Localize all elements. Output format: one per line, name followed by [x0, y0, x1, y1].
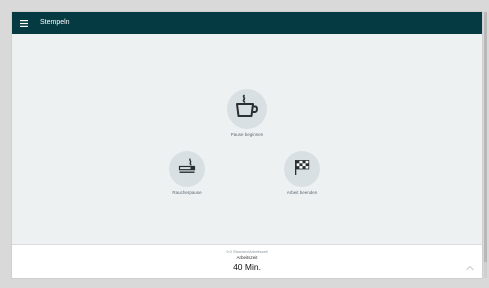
smoke-break-circle[interactable]: [169, 151, 205, 187]
checkered-flag-icon: [293, 158, 311, 181]
end-work-button[interactable]: Arbeit beenden: [277, 151, 327, 196]
scrollbar[interactable]: [484, 12, 487, 278]
scrollbar-thumb[interactable]: [484, 12, 487, 262]
start-break-label: Pause beginnen: [230, 132, 264, 137]
menu-button[interactable]: [16, 15, 32, 31]
expand-button[interactable]: [465, 259, 475, 271]
app-bar: Stempeln: [12, 12, 482, 34]
work-time-panel: 9.0 Stunden/Arbeitszeit Arbeitszeit 40 M…: [12, 244, 482, 278]
start-break-circle[interactable]: [227, 89, 267, 129]
smoke-break-button[interactable]: Raucherpause: [162, 151, 212, 196]
start-break-button[interactable]: Pause beginnen: [222, 89, 272, 138]
smoke-break-label: Raucherpause: [172, 190, 202, 195]
end-work-circle[interactable]: [284, 151, 320, 187]
coffee-cup-icon: [234, 94, 260, 125]
menu-icon: [20, 19, 28, 27]
cigarette-icon: [178, 157, 196, 181]
work-time-label: Arbeitszeit: [236, 255, 258, 260]
work-time-value: 40 Min.: [233, 262, 261, 272]
app-window: Stempeln Pause beginnen Raucherpause Arb…: [12, 12, 482, 278]
end-work-label: Arbeit beenden: [286, 190, 318, 195]
chevron-up-icon: [465, 259, 475, 276]
stamp-actions: Pause beginnen Raucherpause Arbeit beend…: [12, 34, 482, 244]
page-title: Stempeln: [40, 19, 70, 26]
